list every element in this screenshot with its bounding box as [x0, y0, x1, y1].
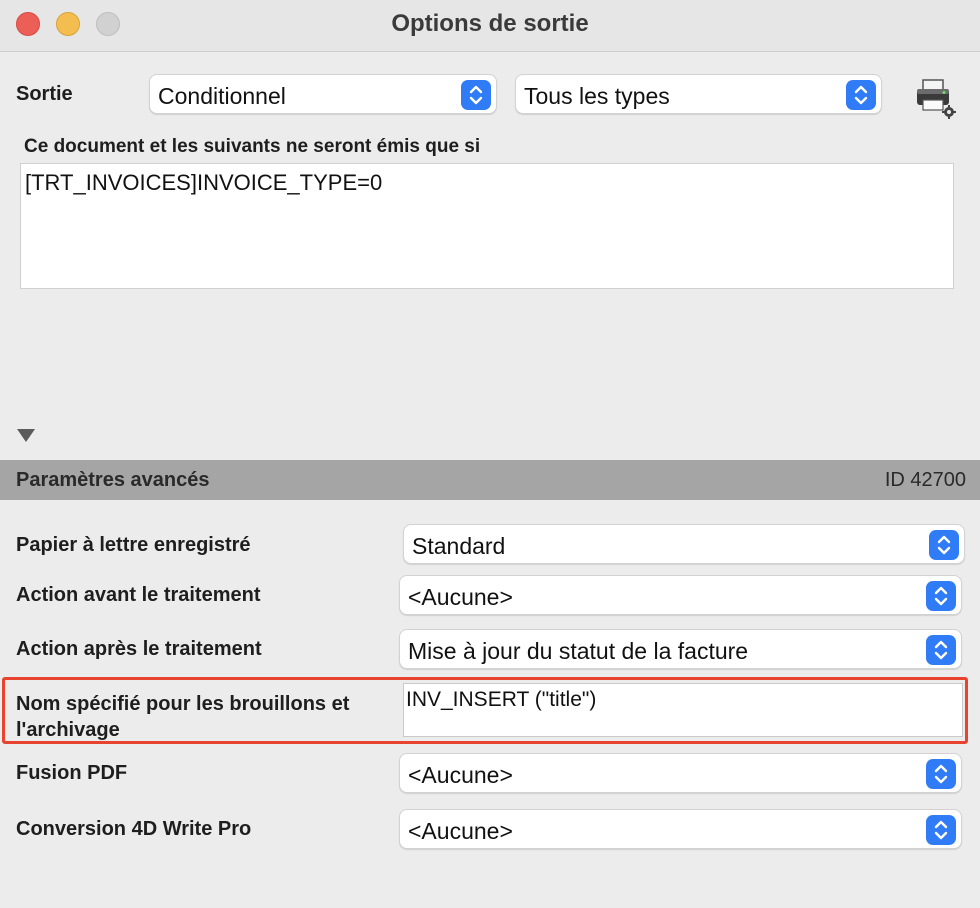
action-after-label: Action après le traitement	[16, 638, 262, 660]
printer-settings-icon[interactable]	[914, 78, 958, 120]
up-down-chevron-icon	[926, 635, 956, 665]
condition-label: Ce document et les suivants ne seront ém…	[24, 136, 481, 157]
up-down-chevron-icon	[926, 581, 956, 611]
pdf-merge-popup[interactable]: <Aucune>	[399, 753, 962, 793]
action-before-popup[interactable]: <Aucune>	[399, 575, 962, 615]
letterhead-value: Standard	[412, 533, 506, 559]
disclosure-triangle-icon[interactable]	[16, 427, 36, 443]
title-bar: Options de sortie	[0, 0, 980, 52]
pdf-merge-value: <Aucune>	[408, 762, 513, 788]
up-down-chevron-icon	[929, 530, 959, 560]
letterhead-label: Papier à lettre enregistré	[16, 534, 251, 556]
action-after-value: Mise à jour du statut de la facture	[408, 638, 749, 664]
output-mode-value: Conditionnel	[158, 83, 286, 109]
advanced-section-title: Paramètres avancés	[16, 469, 210, 491]
up-down-chevron-icon	[926, 759, 956, 789]
up-down-chevron-icon	[461, 80, 491, 110]
action-before-label: Action avant le traitement	[16, 584, 261, 606]
condition-formula-text: [TRT_INVOICES]INVOICE_TYPE=0	[25, 170, 383, 195]
action-before-value: <Aucune>	[408, 584, 513, 610]
output-label: Sortie	[16, 83, 73, 105]
up-down-chevron-icon	[846, 80, 876, 110]
pdf-merge-label: Fusion PDF	[16, 762, 128, 784]
up-down-chevron-icon	[926, 815, 956, 845]
advanced-section-id: ID 42700	[884, 469, 966, 491]
letterhead-popup[interactable]: Standard	[403, 524, 965, 564]
write-pro-popup[interactable]: <Aucune>	[399, 809, 962, 849]
output-types-value: Tous les types	[524, 83, 670, 109]
advanced-section-header: Paramètres avancés ID 42700	[0, 460, 980, 500]
write-pro-label: Conversion 4D Write Pro	[16, 818, 252, 840]
window-title: Options de sortie	[391, 10, 589, 37]
options-window: Options de sortie Sortie Conditionnel To…	[0, 0, 980, 908]
condition-formula-area[interactable]: [TRT_INVOICES]INVOICE_TYPE=0	[20, 163, 954, 289]
output-types-popup[interactable]: Tous les types	[515, 74, 882, 114]
highlight-box	[2, 677, 968, 744]
action-after-popup[interactable]: Mise à jour du statut de la facture	[399, 629, 962, 669]
output-mode-popup[interactable]: Conditionnel	[149, 74, 497, 114]
write-pro-value: <Aucune>	[408, 818, 513, 844]
